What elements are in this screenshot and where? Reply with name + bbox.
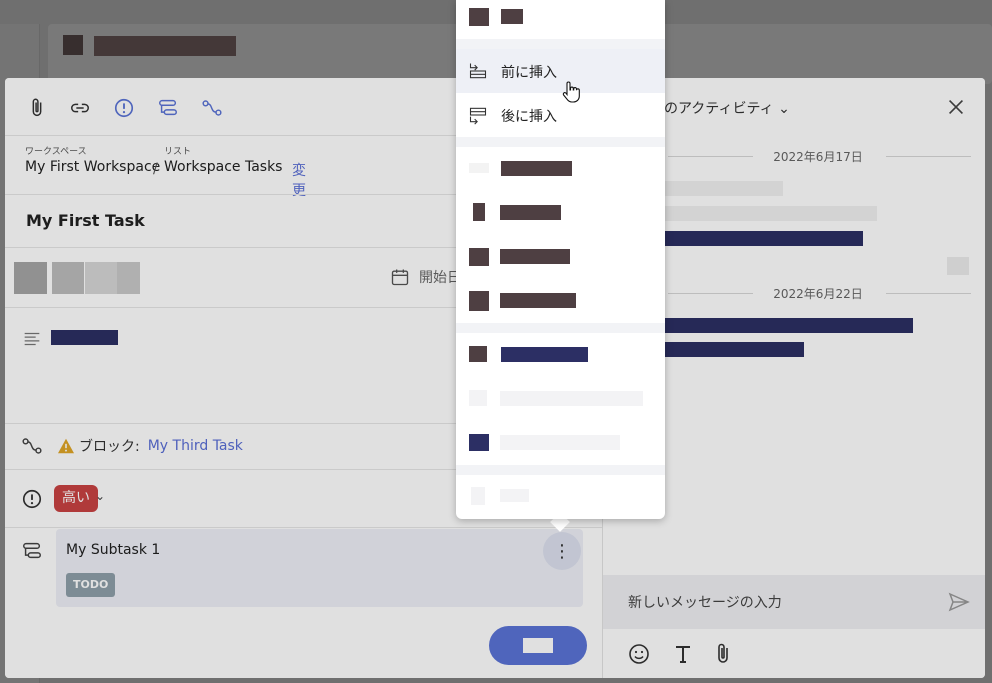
assignee-chip-3[interactable] — [85, 262, 117, 294]
assignee-chip-1[interactable] — [14, 262, 47, 294]
save-button-redacted-label — [523, 638, 553, 653]
subtask-status-badge: TODO — [66, 573, 116, 597]
hand-cursor-icon — [562, 81, 580, 103]
redacted-icon — [471, 487, 485, 505]
insert-after-icon — [469, 107, 487, 125]
activity-redacted-5 — [663, 342, 804, 357]
task-title[interactable]: My First Task — [26, 211, 145, 230]
board-redacted-icon — [63, 35, 83, 55]
workspace-name: My First Workspace — [25, 159, 161, 175]
menu-item-redacted-6[interactable] — [456, 377, 665, 421]
redacted-label — [500, 293, 576, 308]
activity-redacted-1 — [663, 181, 783, 196]
message-input[interactable]: 新しいメッセージの入力 — [628, 592, 782, 612]
subtask-name[interactable]: My Subtask 1 — [66, 542, 160, 558]
redacted-icon — [469, 291, 489, 311]
activity-redacted-4 — [663, 318, 913, 333]
attachment-icon[interactable] — [25, 96, 49, 120]
assignee-chip-4[interactable] — [117, 262, 140, 294]
menu-item-redacted-top[interactable] — [456, 0, 665, 38]
dependency-row-icon — [22, 438, 42, 454]
redacted-label — [501, 161, 572, 176]
redacted-label — [501, 347, 588, 362]
more-options-icon[interactable]: ⋮ — [543, 532, 581, 570]
redacted-label — [501, 9, 523, 24]
assignee-chip-2[interactable] — [52, 262, 84, 294]
priority-badge[interactable]: 高い — [54, 485, 98, 512]
chevron-down-icon[interactable]: ⌄ — [95, 489, 105, 503]
link-icon[interactable] — [68, 96, 92, 120]
redacted-icon — [469, 163, 489, 173]
description-redacted-text — [51, 330, 118, 345]
message-input-bar[interactable]: 新しいメッセージの入力 — [603, 575, 985, 629]
menu-separator — [456, 465, 665, 475]
redacted-icon — [469, 390, 487, 406]
redacted-icon — [473, 203, 485, 221]
menu-item-redacted-2[interactable] — [456, 191, 665, 235]
warning-icon — [58, 438, 74, 454]
blocking-task-link[interactable]: My Third Task — [148, 438, 243, 454]
activity-title[interactable]: のアクティビティ ⌄ — [664, 98, 790, 118]
priority-icon[interactable] — [112, 96, 136, 120]
emoji-icon[interactable] — [627, 642, 651, 666]
date-divider-2: 2022年6月22日 — [663, 285, 973, 301]
calendar-icon — [391, 269, 409, 286]
save-button[interactable] — [489, 626, 587, 665]
start-date-label: 開始日 — [419, 270, 461, 286]
redacted-label — [500, 489, 529, 502]
activity-redacted-avatar — [947, 257, 969, 275]
send-icon[interactable] — [947, 590, 971, 614]
redacted-label — [500, 435, 620, 450]
subtask-context-menu: 前に挿入 後に挿入 — [456, 0, 665, 519]
menu-item-redacted-8[interactable] — [456, 475, 665, 519]
menu-item-redacted-4[interactable] — [456, 279, 665, 323]
activity-redacted-2 — [663, 206, 877, 221]
insert-after-label: 後に挿入 — [501, 109, 557, 125]
menu-separator — [456, 137, 665, 147]
menu-item-redacted-3[interactable] — [456, 235, 665, 279]
description-icon — [24, 332, 40, 346]
menu-item-redacted-1[interactable] — [456, 147, 665, 191]
breadcrumb-list[interactable]: リスト Workspace Tasks — [164, 144, 282, 175]
date-divider-1: 2022年6月17日 — [663, 148, 973, 164]
workspace-caption: ワークスペース — [25, 147, 87, 157]
insert-before-icon — [469, 63, 487, 79]
redacted-label — [500, 249, 570, 264]
activity-redacted-3 — [663, 231, 863, 246]
dependency-icon[interactable] — [200, 96, 224, 120]
start-date-field[interactable]: 開始日 — [390, 267, 461, 287]
menu-item-redacted-7[interactable] — [456, 421, 665, 465]
menu-item-redacted-5[interactable] — [456, 333, 665, 377]
menu-separator — [456, 323, 665, 333]
breadcrumb-workspace[interactable]: ワークスペース My First Workspace — [25, 144, 160, 175]
redacted-icon — [469, 248, 489, 266]
redacted-icon — [469, 346, 487, 362]
list-caption: リスト — [164, 147, 192, 157]
subtask-row-icon — [23, 542, 41, 559]
menu-separator — [456, 39, 665, 49]
close-icon[interactable] — [945, 96, 967, 118]
subtask-icon[interactable] — [156, 96, 180, 120]
insert-before-label: 前に挿入 — [501, 65, 557, 81]
text-format-icon[interactable] — [671, 642, 695, 666]
subtask-card[interactable]: My Subtask 1 TODO ⋮ — [56, 529, 583, 607]
breadcrumb-separator: / — [153, 161, 158, 177]
priority-row-icon — [22, 489, 42, 509]
redacted-icon — [469, 8, 489, 26]
redacted-label — [500, 205, 561, 220]
redacted-icon — [469, 434, 489, 451]
attach-file-icon[interactable] — [711, 642, 735, 666]
list-name: Workspace Tasks — [164, 159, 283, 175]
board-redacted-title — [94, 36, 236, 56]
blocking-label: ブロック: — [79, 439, 140, 455]
redacted-label — [500, 391, 643, 406]
blocking-info: ブロック: My Third Task — [57, 436, 243, 456]
